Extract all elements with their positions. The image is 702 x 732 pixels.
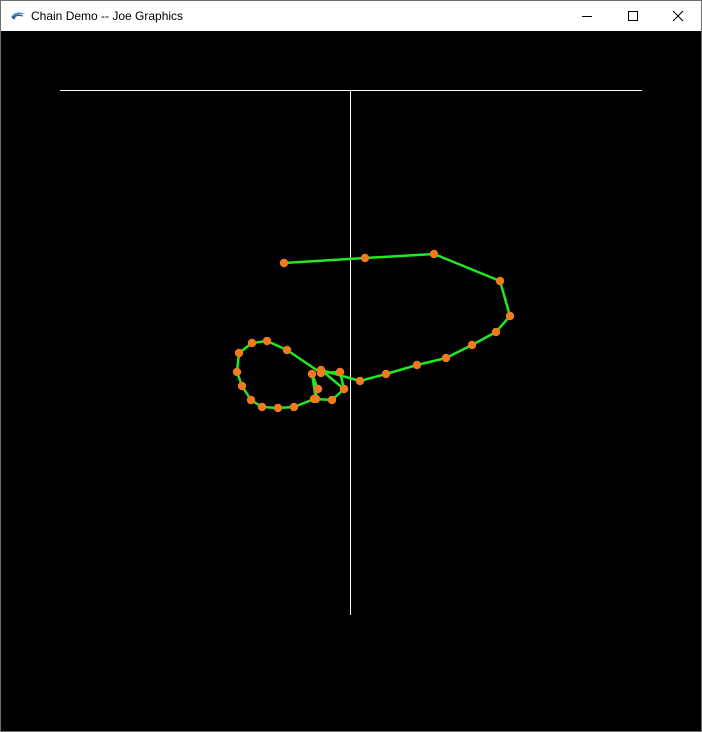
chain-joint [412, 360, 422, 370]
chain-joint [307, 369, 317, 379]
chain-joint [313, 384, 323, 394]
app-window: Chain Demo -- Joe Graphics [0, 0, 702, 732]
chain-joint [232, 367, 242, 377]
minimize-button[interactable] [564, 1, 610, 31]
chain-joint [327, 395, 337, 405]
chain-joint [429, 249, 439, 259]
chain-joint [441, 353, 451, 363]
chain-joint [309, 394, 319, 404]
render-canvas[interactable] [1, 31, 701, 731]
chain-joint [247, 338, 257, 348]
maximize-icon [628, 11, 638, 21]
chain-joint [289, 402, 299, 412]
window-title: Chain Demo -- Joe Graphics [31, 9, 184, 23]
chain-joint [237, 381, 247, 391]
chain-joint [279, 258, 289, 268]
scene-graphic [60, 90, 642, 615]
chain-joint [273, 403, 283, 413]
chain-joint [335, 367, 345, 377]
app-icon [10, 9, 26, 23]
chain-joint [381, 369, 391, 379]
chain-joint [495, 276, 505, 286]
chain-joint [467, 340, 477, 350]
chain-joint [355, 376, 365, 386]
title-bar[interactable]: Chain Demo -- Joe Graphics [1, 1, 701, 31]
chain-joint [360, 253, 370, 263]
chain-joint [262, 336, 272, 346]
chain-joint [316, 368, 326, 378]
chain-joint [246, 395, 256, 405]
chain-links [235, 252, 512, 410]
maximize-button[interactable] [610, 1, 656, 31]
chain-joint [282, 345, 292, 355]
chain-joint [491, 327, 501, 337]
minimize-icon [582, 16, 592, 17]
close-button[interactable] [655, 1, 701, 31]
chain-joint [339, 384, 349, 394]
chain-joint [234, 348, 244, 358]
chain-joint [505, 311, 515, 321]
close-icon [672, 10, 684, 22]
chain-joint [257, 402, 267, 412]
